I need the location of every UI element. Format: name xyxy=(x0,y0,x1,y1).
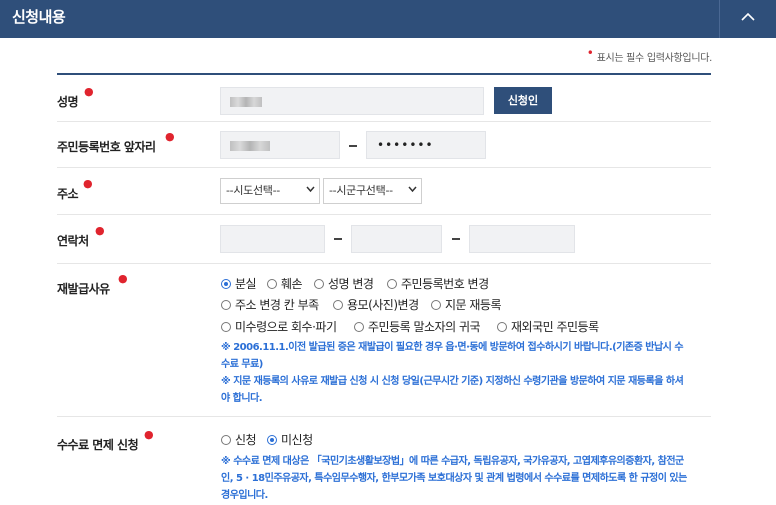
dash-separator xyxy=(334,238,342,240)
phone-part2-field[interactable] xyxy=(351,225,442,253)
chevron-up-icon xyxy=(741,12,755,21)
row-divider xyxy=(57,121,711,122)
reason-option-returnee[interactable]: 주민등록 말소자의 귀국 xyxy=(354,318,481,335)
sido-select[interactable]: --시도선택-- xyxy=(220,178,320,204)
name-field[interactable] xyxy=(220,87,484,115)
reason-option-name-change[interactable]: 성명 변경 xyxy=(314,275,374,292)
required-note: • 표시는 필수 입력사항입니다. xyxy=(586,46,713,64)
form-top-rule xyxy=(57,73,711,75)
resident-id-back-field[interactable]: ••••••• xyxy=(366,131,486,159)
fee-option-not-apply[interactable]: 미신청 xyxy=(267,431,313,448)
name-label: 성명 ● xyxy=(57,85,94,109)
resident-id-label: 주민등록번호 앞자리 ● xyxy=(57,130,175,154)
phone-part1-field[interactable] xyxy=(220,225,325,253)
required-dot-icon: ● xyxy=(144,428,154,441)
reason-note-pre2006: ※ 2006.11.1.이전 발급된 증은 재발급이 필요한 경우 읍·면·동에… xyxy=(221,342,684,370)
radio-icon xyxy=(221,322,231,332)
resident-id-front-field[interactable] xyxy=(220,131,340,159)
contact-label: 연락처 ● xyxy=(57,224,105,248)
radio-icon xyxy=(497,322,507,332)
row-divider xyxy=(57,416,711,417)
address-label: 주소 ● xyxy=(57,177,93,201)
section-header: 신청내용 xyxy=(0,0,776,38)
sigungu-select[interactable]: --시군구선택-- xyxy=(323,178,422,204)
required-dot-icon: ● xyxy=(118,272,128,285)
blurred-value xyxy=(230,97,262,107)
radio-icon xyxy=(221,435,231,445)
chevron-down-icon xyxy=(306,186,315,193)
radio-icon xyxy=(354,322,364,332)
phone-part3-field[interactable] xyxy=(469,225,575,253)
row-divider xyxy=(57,167,711,168)
reason-label: 재발급사유 ● xyxy=(57,272,128,296)
reason-option-lost[interactable]: 분실 xyxy=(221,275,257,292)
reason-option-id-change[interactable]: 주민등록번호 변경 xyxy=(387,275,489,292)
reason-option-overseas[interactable]: 재외국민 주민등록 xyxy=(497,318,599,335)
required-dot-icon: ● xyxy=(84,85,94,98)
reason-option-unreceived[interactable]: 미수령으로 회수·파기 xyxy=(221,318,337,335)
collapse-button[interactable] xyxy=(719,0,776,38)
radio-icon xyxy=(431,300,441,310)
dash-separator xyxy=(452,238,460,240)
row-divider xyxy=(57,263,711,264)
radio-icon xyxy=(267,279,277,289)
chevron-down-icon xyxy=(408,186,417,193)
reason-option-fingerprint[interactable]: 지문 재등록 xyxy=(431,296,502,313)
section-title: 신청내용 xyxy=(12,8,66,26)
fee-note: ※ 수수료 면제 대상은 「국민기초생활보장법」에 따른 수급자, 독립유공자,… xyxy=(221,456,687,501)
reason-note-fingerprint: ※ 지문 재등록의 사유로 재발급 신청 시 신청 당일(근무시간 기준) 지정… xyxy=(221,376,684,404)
required-dot-icon: ● xyxy=(83,177,93,190)
required-dot-icon: ● xyxy=(95,224,105,237)
dash-separator xyxy=(349,145,357,147)
radio-icon xyxy=(221,300,231,310)
applicant-button[interactable]: 신청인 xyxy=(494,87,552,114)
radio-checked-icon xyxy=(267,435,277,445)
radio-icon xyxy=(387,279,397,289)
reason-option-photo-change[interactable]: 용모(사진)변경 xyxy=(333,296,419,313)
radio-checked-icon xyxy=(221,279,231,289)
required-dot-icon: ● xyxy=(165,130,175,143)
fee-label: 수수료 면제 신청 ● xyxy=(57,428,154,452)
radio-icon xyxy=(314,279,324,289)
required-dot-icon: • xyxy=(586,46,594,60)
blurred-value xyxy=(230,141,270,151)
radio-icon xyxy=(333,300,343,310)
row-divider xyxy=(57,214,711,215)
reason-option-address-space[interactable]: 주소 변경 칸 부족 xyxy=(221,296,319,313)
fee-option-apply[interactable]: 신청 xyxy=(221,431,257,448)
reason-option-damaged[interactable]: 훼손 xyxy=(267,275,303,292)
